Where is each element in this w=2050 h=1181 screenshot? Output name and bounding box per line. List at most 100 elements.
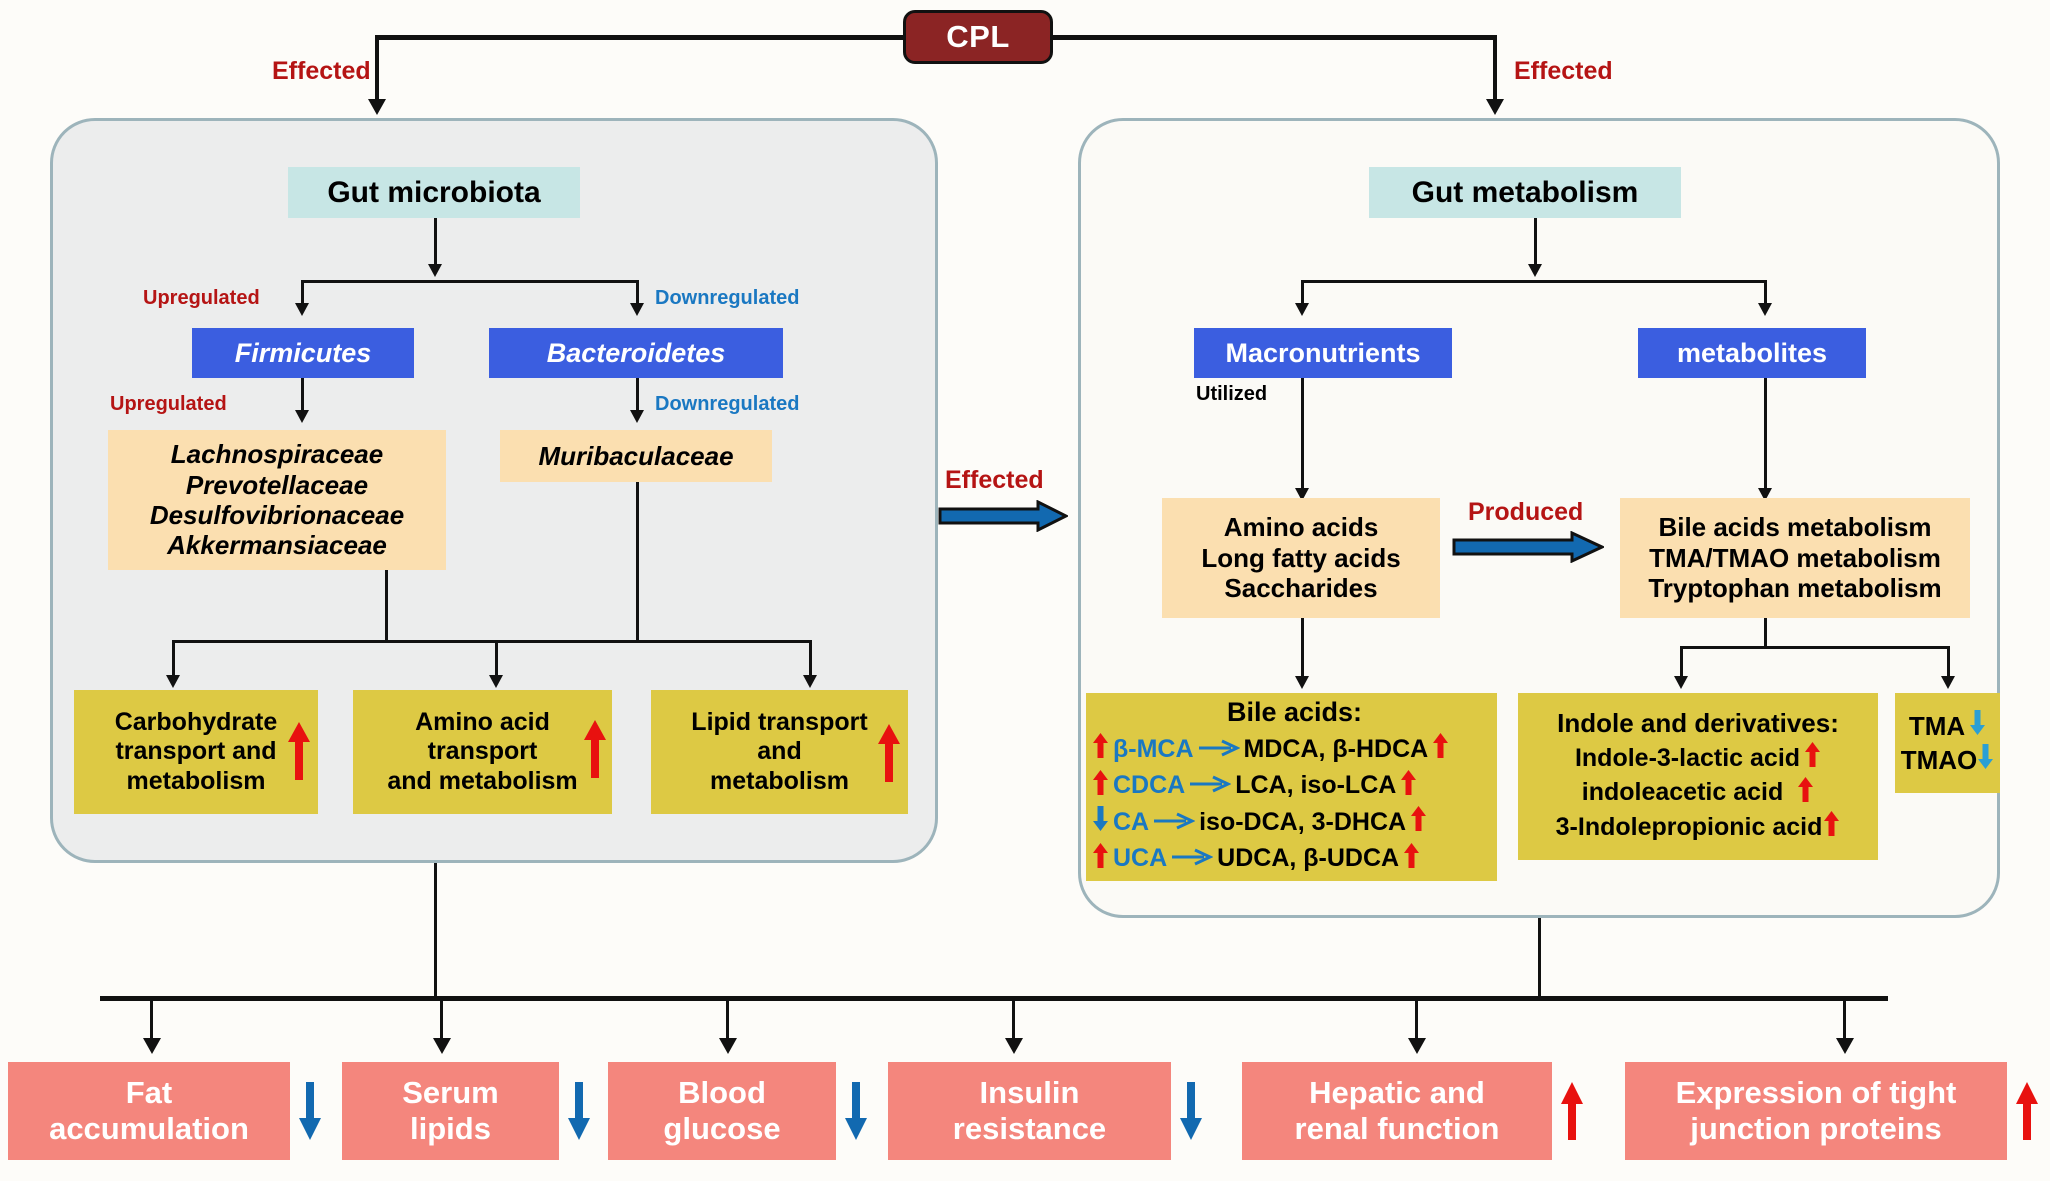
- trend-up-icon: [1797, 776, 1814, 811]
- cpl-drop-right: [1493, 35, 1497, 103]
- outcome-drop-5: [1415, 996, 1418, 1041]
- function-line: metabolism: [126, 766, 266, 795]
- firmicutes-arrow: [295, 303, 309, 316]
- indole-name: Indole-3-lactic acid: [1574, 743, 1801, 772]
- node-firmicutes: Firmicutes: [192, 328, 414, 378]
- trend-up-icon: [1410, 805, 1427, 840]
- trend-up-icon: [1403, 842, 1420, 877]
- famdown-down-stem: [636, 482, 639, 642]
- edge-label-downregulated-2: Downregulated: [655, 393, 800, 415]
- bile-acid-row: CA iso-DCA, 3-DHCA: [1092, 805, 1427, 840]
- outcome-line: Fat: [125, 1075, 173, 1111]
- function-line: and metabolism: [387, 766, 578, 795]
- outcome-tight-junction: Expression of tight junction proteins: [1625, 1062, 2007, 1160]
- bacteroidetes-stem: [636, 378, 639, 413]
- outcome-line: Insulin: [979, 1075, 1080, 1111]
- edge-label-produced: Produced: [1468, 498, 1584, 526]
- indole-arrow: [1674, 676, 1688, 689]
- metabolite-down-stem: [1764, 618, 1767, 648]
- trend-up-icon: [1823, 810, 1840, 845]
- outcome-insulin-resistance: Insulin resistance: [888, 1062, 1171, 1160]
- outcome-fat-accumulation: Fat accumulation: [8, 1062, 290, 1160]
- outcome-arrow-6: [1836, 1038, 1854, 1054]
- outcome-line: Serum: [402, 1075, 499, 1111]
- trend-down-icon: [566, 1080, 592, 1147]
- reaction-arrow-icon: [1198, 735, 1241, 765]
- trend-up-icon: [1092, 732, 1109, 767]
- right-fan-bar: [1680, 646, 1950, 649]
- edge-label-effected-right: Effected: [1514, 57, 1613, 85]
- metabolite-items-box: Bile acids metabolism TMA/TMAO metabolis…: [1620, 498, 1970, 618]
- function-box-carbohydrate: Carbohydrate transport and metabolism: [74, 690, 318, 814]
- bile-acid-row: CDCA LCA, iso-LCA: [1092, 769, 1417, 804]
- family-item: Akkermansiaceae: [167, 530, 387, 561]
- right-panel-outlet: [1538, 918, 1541, 998]
- famup-down-stem: [385, 570, 388, 642]
- metabolites-stem: [1764, 378, 1767, 491]
- macronutrient-items-box: Amino acids Long fatty acids Saccharides: [1162, 498, 1440, 618]
- tma-arrow: [1941, 676, 1955, 689]
- trend-up-icon: [1092, 842, 1109, 877]
- cpl-arrow-right: [1486, 99, 1504, 115]
- node-metabolites: metabolites: [1638, 328, 1866, 378]
- outcome-arrow-4: [1005, 1038, 1023, 1054]
- left-fan-bar: [172, 640, 812, 643]
- reaction-arrow-icon: [1153, 808, 1196, 838]
- bile-substrate: CDCA: [1113, 771, 1186, 800]
- gut-microbiota-node: Gut microbiota: [288, 167, 580, 218]
- outcome-line: glucose: [663, 1111, 781, 1146]
- edge-label-upregulated-1: Upregulated: [143, 287, 260, 309]
- microbiota-split-bar: [301, 280, 639, 283]
- family-item: Muribaculaceae: [538, 440, 734, 471]
- bile-substrate: CA: [1113, 807, 1150, 836]
- outcome-drop-6: [1843, 996, 1846, 1041]
- function-line: metabolism: [710, 766, 849, 795]
- diagram-canvas: CPL Effected Effected Gut microbiota Upr…: [0, 0, 2050, 1181]
- macronutrients-stem: [1301, 378, 1304, 491]
- reaction-arrow-icon: [1189, 771, 1232, 801]
- trend-down-icon: [1178, 1080, 1204, 1147]
- function-line: transport and: [115, 737, 277, 766]
- function-line: Lipid transport: [691, 707, 868, 736]
- outcome-blood-glucose: Blood glucose: [608, 1062, 836, 1160]
- produced-arrow-icon: [1452, 530, 1606, 568]
- function-box-aminoacid: Amino acid transport and metabolism: [353, 690, 612, 814]
- trend-down-icon: [843, 1080, 869, 1147]
- bile-products: iso-DCA, 3-DHCA: [1199, 807, 1407, 836]
- trend-up-icon: [1804, 741, 1821, 776]
- trend-up-icon: [286, 720, 312, 790]
- effected-arrow-icon: [938, 499, 1070, 537]
- left-fan-arrow-2: [489, 675, 503, 688]
- indole-box: Indole and derivatives: Indole-3-lactic …: [1518, 693, 1878, 860]
- trend-down-icon: [1977, 743, 1994, 777]
- metabolite-item: TMA/TMAO metabolism: [1649, 542, 1941, 573]
- left-fan-drop-3: [809, 640, 812, 678]
- gut-metabolism-node: Gut metabolism: [1369, 167, 1681, 218]
- tma-name: TMAO: [1900, 744, 1978, 775]
- bile-acids-box: Bile acids: β-MCA MDCA, β-HDCA CDCA LCA,…: [1086, 693, 1497, 881]
- outcome-line: renal function: [1294, 1111, 1500, 1146]
- outcome-arrow-2: [433, 1038, 451, 1054]
- node-bacteroidetes: Bacteroidetes: [489, 328, 783, 378]
- function-line: Amino acid: [415, 707, 550, 736]
- left-fan-drop-1: [172, 640, 175, 678]
- bile-products: MDCA, β-HDCA: [1243, 734, 1429, 763]
- macronutrients-arrow: [1295, 303, 1309, 316]
- right-fan-drop-indole: [1680, 646, 1683, 678]
- bile-substrate: β-MCA: [1113, 734, 1194, 763]
- outcome-arrow-1: [143, 1038, 161, 1054]
- families-downregulated-box: Muribaculaceae: [500, 430, 772, 482]
- tma-box: TMA TMAO: [1895, 693, 2000, 793]
- outcome-hepatic-renal: Hepatic and renal function: [1242, 1062, 1552, 1160]
- trend-up-icon: [1432, 732, 1449, 767]
- metabolite-item: Bile acids metabolism: [1658, 512, 1932, 543]
- trend-up-icon: [1559, 1080, 1585, 1147]
- macro-down-stem: [1301, 618, 1304, 678]
- outcome-drop-4: [1012, 996, 1015, 1041]
- function-line: Carbohydrate: [114, 707, 278, 736]
- macronutrient-item: Saccharides: [1224, 573, 1378, 604]
- tma-name: TMA: [1908, 710, 1966, 741]
- trend-up-icon: [1400, 769, 1417, 804]
- cpl-bus-right: [1050, 35, 1497, 40]
- bile-arrow: [1295, 676, 1309, 689]
